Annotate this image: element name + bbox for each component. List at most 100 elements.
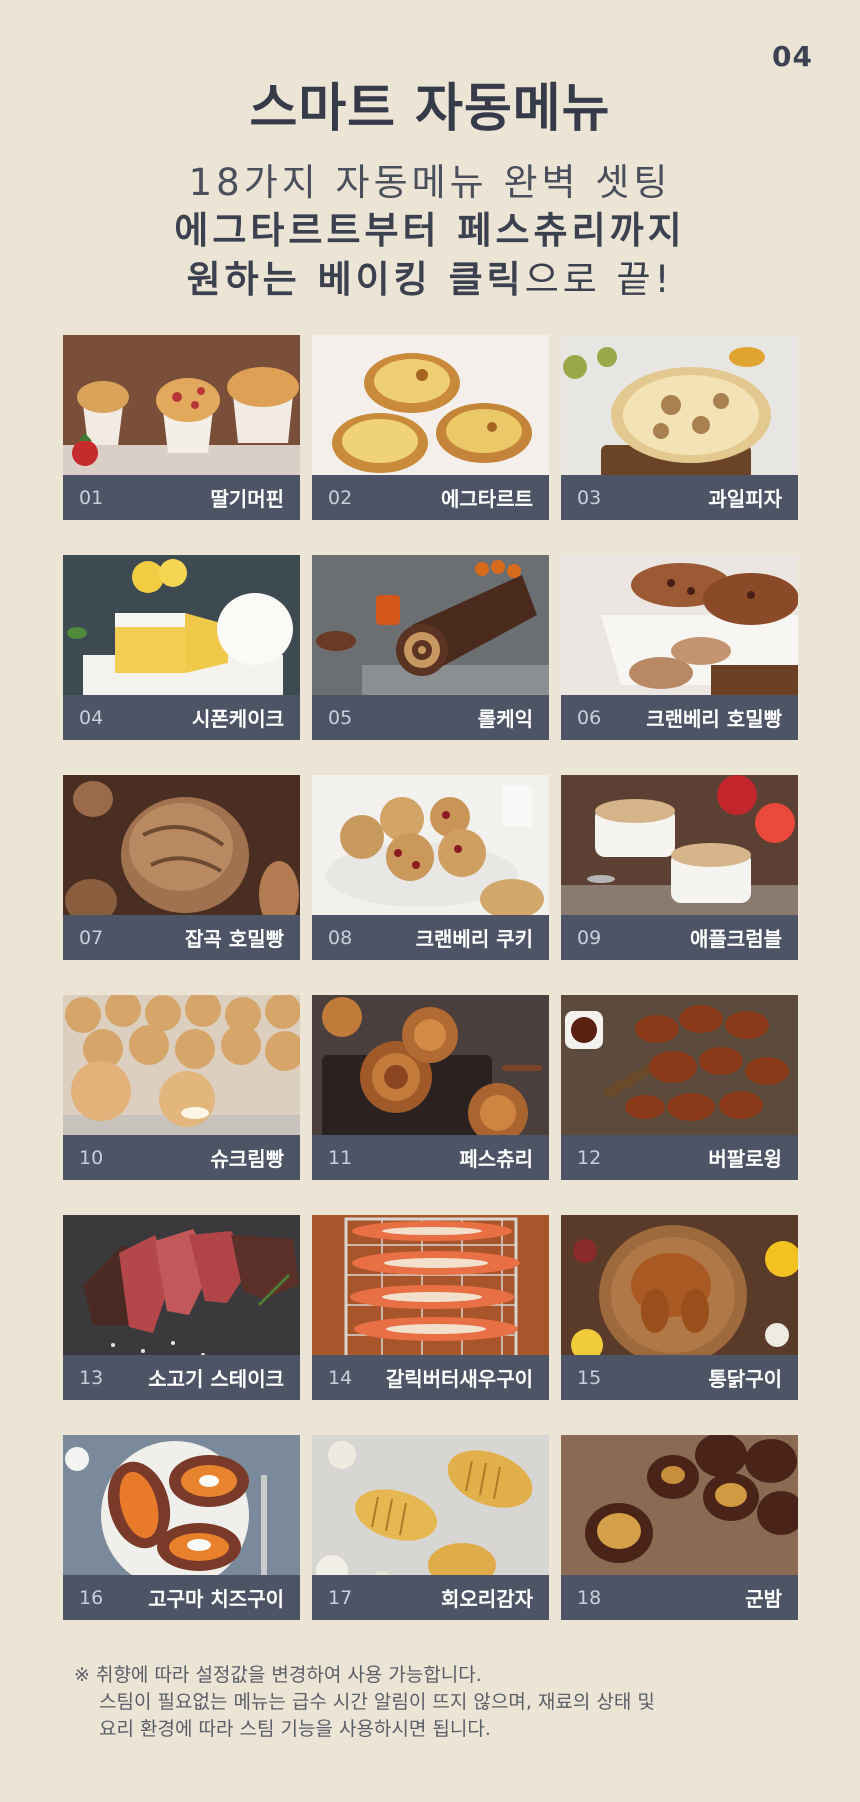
subtitle-line-1: 18가지 자동메뉴 완벽 셋팅	[188, 161, 672, 204]
food-photo	[63, 1435, 300, 1595]
menu-number: 01	[79, 486, 104, 509]
menu-card[interactable]: 08 크랜베리 쿠키	[312, 775, 549, 960]
food-photo	[63, 1215, 300, 1375]
menu-caption: 07 잡곡 호밀빵	[63, 915, 300, 960]
food-photo	[63, 775, 300, 935]
footnote-line-3: 요리 환경에 따라 스팀 기능을 사용하시면 됩니다.	[99, 1718, 491, 1740]
menu-name: 버팔로윙	[708, 1147, 782, 1171]
menu-card[interactable]: 18 군밤	[561, 1435, 798, 1620]
food-photo	[312, 1435, 549, 1595]
menu-card[interactable]: 10 슈크림빵	[63, 995, 300, 1180]
footnote: ※ 취향에 따라 설정값을 변경하여 사용 가능합니다. 스팀이 필요없는 메뉴…	[74, 1662, 814, 1743]
menu-card[interactable]: 17 회오리감자	[312, 1435, 549, 1620]
menu-number: 10	[79, 1146, 104, 1169]
food-photo	[63, 555, 300, 715]
menu-caption: 13 소고기 스테이크	[63, 1355, 300, 1400]
subtitle-line-3-rest: 으로 끝!	[524, 258, 674, 301]
menu-name: 과일피자	[708, 487, 782, 511]
food-photo	[312, 775, 549, 935]
footnote-line-1: ※ 취향에 따라 설정값을 변경하여 사용 가능합니다.	[74, 1664, 482, 1686]
menu-number: 03	[577, 486, 602, 509]
menu-card[interactable]: 03 과일피자	[561, 335, 798, 520]
menu-card[interactable]: 05 롤케익	[312, 555, 549, 740]
menu-name: 잡곡 호밀빵	[185, 927, 284, 951]
menu-caption: 08 크랜베리 쿠키	[312, 915, 549, 960]
menu-name: 애플크럼블	[690, 927, 782, 951]
food-photo	[561, 1215, 798, 1375]
menu-number: 16	[79, 1586, 104, 1609]
food-photo	[561, 335, 798, 495]
menu-card[interactable]: 14 갈릭버터새우구이	[312, 1215, 549, 1400]
menu-card[interactable]: 12 버팔로윙	[561, 995, 798, 1180]
menu-name: 시폰케이크	[192, 707, 284, 731]
menu-name: 갈릭버터새우구이	[385, 1367, 533, 1391]
menu-caption: 12 버팔로윙	[561, 1135, 798, 1180]
subtitle-line-2: 에그타르트부터 페스츄리까지	[174, 209, 686, 252]
menu-name: 크랜베리 쿠키	[415, 927, 533, 951]
menu-card[interactable]: 06 크랜베리 호밀빵	[561, 555, 798, 740]
menu-card[interactable]: 11 페스츄리	[312, 995, 549, 1180]
menu-number: 08	[328, 926, 353, 949]
menu-name: 딸기머핀	[210, 487, 284, 511]
menu-number: 04	[79, 706, 104, 729]
menu-caption: 15 통닭구이	[561, 1355, 798, 1400]
menu-name: 슈크림빵	[210, 1147, 284, 1171]
menu-caption: 04 시폰케이크	[63, 695, 300, 740]
menu-number: 12	[577, 1146, 602, 1169]
food-photo	[312, 995, 549, 1155]
menu-caption: 05 롤케익	[312, 695, 549, 740]
menu-number: 13	[79, 1366, 104, 1389]
menu-caption: 03 과일피자	[561, 475, 798, 520]
menu-caption: 10 슈크림빵	[63, 1135, 300, 1180]
menu-card[interactable]: 15 통닭구이	[561, 1215, 798, 1400]
menu-name: 페스츄리	[459, 1147, 533, 1171]
menu-caption: 02 에그타르트	[312, 475, 549, 520]
menu-name: 크랜베리 호밀빵	[646, 707, 782, 731]
food-photo	[312, 335, 549, 495]
menu-name: 소고기 스테이크	[148, 1367, 284, 1391]
menu-number: 09	[577, 926, 602, 949]
menu-name: 롤케익	[477, 707, 533, 731]
food-photo	[561, 775, 798, 935]
menu-caption: 11 페스츄리	[312, 1135, 549, 1180]
subtitle-line-3: 원하는 베이킹 클릭으로 끝!	[0, 249, 860, 303]
footnote-line-2: 스팀이 필요없는 메뉴는 급수 시간 알림이 뜨지 않으며, 재료의 상태 및	[99, 1691, 655, 1713]
menu-card[interactable]: 04 시폰케이크	[63, 555, 300, 740]
food-photo	[312, 1215, 549, 1375]
menu-number: 02	[328, 486, 353, 509]
subtitle-line-3-bold: 원하는 베이킹 클릭	[186, 258, 525, 301]
menu-caption: 16 고구마 치즈구이	[63, 1575, 300, 1620]
menu-number: 05	[328, 706, 353, 729]
food-photo	[561, 555, 798, 715]
menu-number: 07	[79, 926, 104, 949]
menu-number: 18	[577, 1586, 602, 1609]
menu-card[interactable]: 07 잡곡 호밀빵	[63, 775, 300, 960]
menu-caption: 01 딸기머핀	[63, 475, 300, 520]
menu-card[interactable]: 02 에그타르트	[312, 335, 549, 520]
menu-card[interactable]: 13 소고기 스테이크	[63, 1215, 300, 1400]
menu-caption: 18 군밤	[561, 1575, 798, 1620]
page-title: 스마트 자동메뉴	[249, 79, 611, 139]
food-photo	[63, 995, 300, 1155]
food-photo	[561, 995, 798, 1155]
menu-name: 군밤	[745, 1587, 782, 1611]
menu-number: 14	[328, 1366, 353, 1389]
menu-caption: 17 회오리감자	[312, 1575, 549, 1620]
menu-caption: 06 크랜베리 호밀빵	[561, 695, 798, 740]
menu-number: 11	[328, 1146, 353, 1169]
menu-name: 고구마 치즈구이	[148, 1587, 284, 1611]
menu-card[interactable]: 01 딸기머핀	[63, 335, 300, 520]
menu-grid: 01 딸기머핀 02 에그타르트 03 과일피자 04 시폰케이크 05 롤케익…	[63, 335, 798, 1620]
menu-number: 17	[328, 1586, 353, 1609]
menu-card[interactable]: 16 고구마 치즈구이	[63, 1435, 300, 1620]
menu-name: 회오리감자	[441, 1587, 533, 1611]
menu-caption: 14 갈릭버터새우구이	[312, 1355, 549, 1400]
menu-name: 에그타르트	[441, 487, 533, 511]
food-photo	[63, 335, 300, 495]
menu-name: 통닭구이	[708, 1367, 782, 1391]
menu-number: 06	[577, 706, 602, 729]
menu-caption: 09 애플크럼블	[561, 915, 798, 960]
menu-card[interactable]: 09 애플크럼블	[561, 775, 798, 960]
food-photo	[561, 1435, 798, 1595]
menu-number: 15	[577, 1366, 602, 1389]
